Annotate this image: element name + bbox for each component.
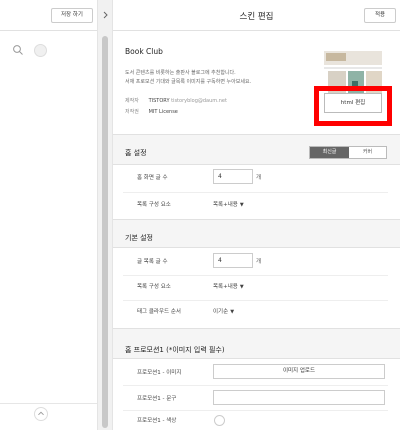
- row-label: 목록 구성 요소: [137, 202, 171, 208]
- home-settings-card: 홈 화면 글 수 4 개 목록 구성 요소 목록+내용 ▼: [113, 164, 400, 220]
- apply-button[interactable]: 적용: [364, 8, 396, 23]
- basic-settings-card: 글 목록 글 수 4 개 목록 구성 요소 목록+내용 ▼ 태그 클라우드 순서 …: [113, 247, 400, 329]
- home-mode-toggle[interactable]: 최신글 커버: [309, 146, 387, 159]
- skin-editor-panel: 스킨 편집 적용 Book Club 도서 콘텐츠를 비롯하는 출판사 블로그에…: [113, 0, 400, 430]
- section-title: 홈 프로모션1 (*이미지 입력 필수): [125, 346, 225, 354]
- promotion-card: 프로모션1 - 이미지 이미지 업로드 프로모션1 - 문구 프로모션1 - 색…: [113, 358, 400, 430]
- select-value: 목록+내용: [213, 202, 238, 208]
- save-button[interactable]: 저장 하기: [51, 8, 93, 23]
- promo-text-input[interactable]: [213, 390, 385, 405]
- license-value[interactable]: MIT License: [149, 109, 178, 115]
- skin-description: 서재 프로모션 기대와 글목록 이미지를 구독하면 누아보세요.: [125, 79, 252, 85]
- home-list-select[interactable]: 목록+내용 ▼: [213, 200, 244, 208]
- caret-down-icon: ▼: [230, 309, 235, 315]
- color-picker[interactable]: [214, 415, 225, 426]
- scroll-up-button[interactable]: [34, 407, 48, 421]
- scrollbar[interactable]: [97, 0, 113, 430]
- row-label: 홈 화면 글 수: [137, 175, 168, 181]
- home-post-count-input[interactable]: 4: [213, 169, 253, 184]
- unit-label: 개: [256, 259, 262, 265]
- chevron-right-icon[interactable]: [102, 8, 110, 22]
- unit-label: 개: [256, 175, 262, 181]
- caret-down-icon: ▼: [239, 284, 244, 290]
- tag-cloud-order-select[interactable]: 이기순 ▼: [213, 307, 234, 315]
- left-toolbar: 저장 하기: [0, 0, 97, 31]
- maker-label: 제작자: [125, 98, 139, 104]
- search-icon[interactable]: [12, 44, 24, 56]
- image-upload-button[interactable]: 이미지 업로드: [213, 364, 385, 379]
- select-value: 이기순: [213, 309, 229, 315]
- row-label: 프로모션1 - 문구: [137, 396, 177, 402]
- maker-email[interactable]: tistoryblog@daum.net: [171, 98, 227, 104]
- highlight-box: [314, 86, 392, 126]
- maker-value: TISTORY: [148, 98, 170, 104]
- scrollbar-thumb[interactable]: [102, 36, 108, 428]
- skin-description: 도서 콘텐츠를 비롯하는 출판사 블로그에 추천합니다.: [125, 70, 236, 76]
- tab-cover[interactable]: 커버: [349, 147, 386, 158]
- divider: [0, 403, 97, 404]
- license-label: 저작권: [125, 109, 139, 115]
- page-title: 스킨 편집: [239, 12, 274, 22]
- row-label: 프로모션1 - 색상: [137, 418, 177, 424]
- editor-header: 스킨 편집 적용: [113, 0, 400, 31]
- chevron-up-icon: [38, 411, 44, 416]
- left-pane: 저장 하기: [0, 0, 97, 430]
- list-component-select[interactable]: 목록+내용 ▼: [213, 282, 244, 290]
- select-value: 목록+내용: [213, 284, 238, 290]
- license-row: 저작권 MIT License: [125, 108, 178, 115]
- divider: [123, 192, 388, 193]
- divider: [123, 300, 388, 301]
- row-label: 태그 클라우드 순서: [137, 309, 181, 315]
- divider: [123, 275, 388, 276]
- list-post-count-input[interactable]: 4: [213, 253, 253, 268]
- row-label: 프로모션1 - 이미지: [137, 370, 182, 376]
- row-label: 목록 구성 요소: [137, 284, 171, 290]
- divider: [123, 385, 388, 386]
- caret-down-icon: ▼: [239, 202, 244, 208]
- circle-button[interactable]: [34, 44, 47, 57]
- skin-name: Book Club: [125, 47, 163, 56]
- row-label: 글 목록 글 수: [137, 259, 168, 265]
- maker-row: 제작자 TISTORY tistoryblog@daum.net: [125, 97, 227, 104]
- section-title: 기본 설정: [125, 234, 153, 242]
- section-title: 홈 설정: [125, 149, 147, 157]
- divider: [123, 410, 388, 411]
- tab-latest-posts[interactable]: 최신글: [310, 147, 349, 158]
